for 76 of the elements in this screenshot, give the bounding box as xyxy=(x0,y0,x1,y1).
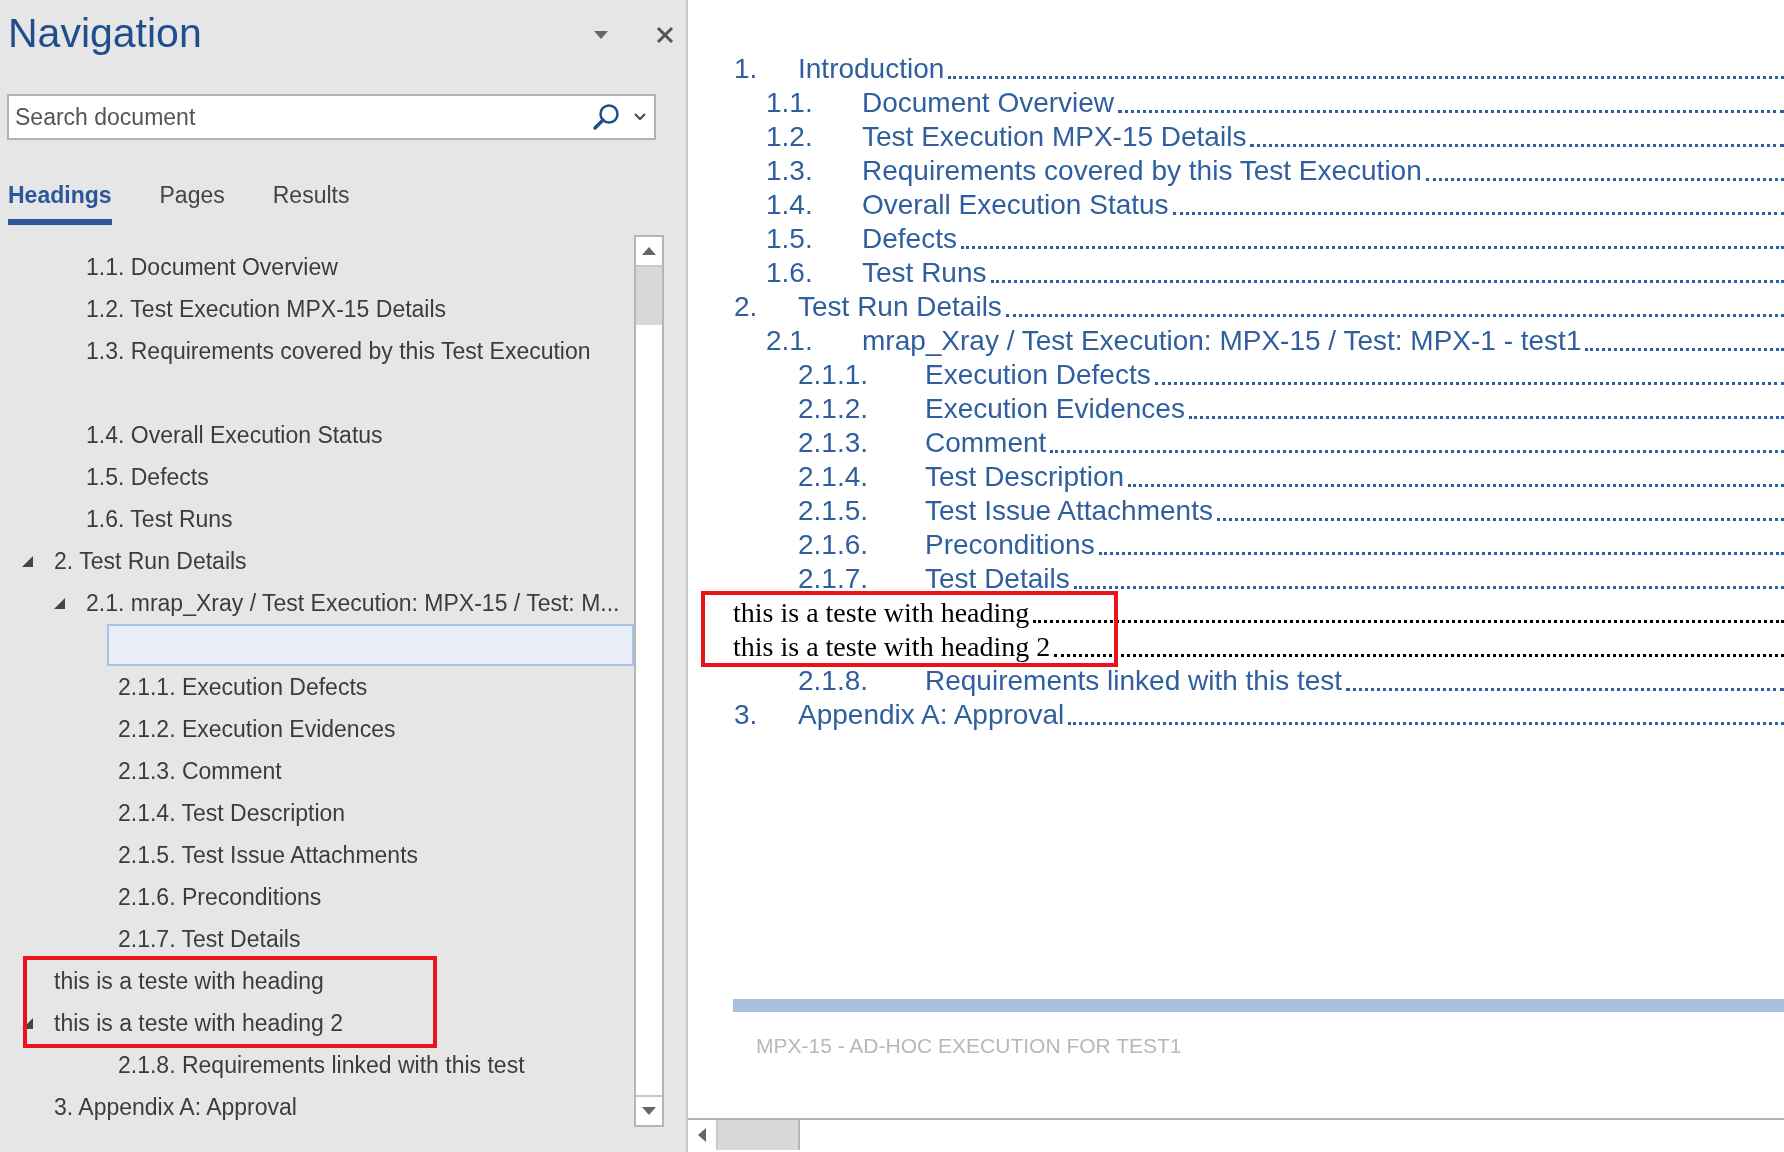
heading-item[interactable]: this is a teste with heading 2 xyxy=(43,1002,634,1044)
toc-entry[interactable]: mrap_Xray / Test Execution: MPX-15 / Test: MPX-1 - test1 xyxy=(862,325,1586,357)
toc-number: 2.1.4. xyxy=(798,461,870,493)
pane-title: Navigation xyxy=(8,9,203,57)
pane-tab[interactable]: Pages xyxy=(159,176,225,225)
toc-number: 2.1.6. xyxy=(798,529,870,561)
toc-number: 2.1.8. xyxy=(798,665,870,697)
vertical-scrollbar[interactable] xyxy=(634,235,664,1127)
heading-item[interactable]: 2.1.2. Execution Evidences xyxy=(107,708,634,750)
heading-item[interactable]: 2.1.8. Requirements linked with this test xyxy=(107,1044,634,1086)
heading-item[interactable]: this is a teste with heading xyxy=(43,960,634,1002)
toc-entry[interactable]: Test Issue Attachments xyxy=(925,495,1217,527)
toc-number: 2.1. xyxy=(766,325,814,357)
scroll-thumb[interactable] xyxy=(636,267,662,325)
caret-down-icon xyxy=(594,31,608,39)
toc-entry[interactable]: Execution Evidences xyxy=(925,393,1189,425)
scroll-thumb[interactable] xyxy=(718,1120,798,1150)
toc-entry[interactable]: Appendix A: Approval xyxy=(798,699,1069,731)
toc-number: 1.4. xyxy=(766,189,814,221)
toc-number: 1.5. xyxy=(766,223,814,255)
expanded-triangle-icon[interactable] xyxy=(22,555,33,567)
heading-item[interactable]: 1.3. Requirements covered by this Test Execution xyxy=(75,330,634,372)
toc-entry[interactable]: this is a teste with heading 2 xyxy=(733,631,1055,663)
toc-entry[interactable]: Comment xyxy=(925,427,1051,459)
toc-number: 3. xyxy=(734,699,759,731)
heading-item[interactable]: 1.4. Overall Execution Status xyxy=(75,414,634,456)
toc-number: 2.1.2. xyxy=(798,393,870,425)
toc-entry[interactable]: Introduction xyxy=(798,53,949,85)
toc-number: 2.1.5. xyxy=(798,495,870,527)
toc-entry[interactable]: Defects xyxy=(862,223,961,255)
toc-entry[interactable]: Test Run Details xyxy=(798,291,1006,323)
expanded-triangle-icon[interactable] xyxy=(54,597,65,609)
down-arrow-icon xyxy=(642,1107,656,1115)
toc-number: 2.1.1. xyxy=(798,359,870,391)
toc-number: 1.3. xyxy=(766,155,814,187)
heading-item[interactable]: 2.1.4. Test Description xyxy=(107,792,634,834)
toc-entry[interactable]: Test Details xyxy=(925,563,1074,595)
pane-tab[interactable]: Results xyxy=(272,176,350,225)
toc-entry[interactable]: this is a teste with heading xyxy=(733,597,1034,629)
heading-item[interactable]: 1.2. Test Execution MPX-15 Details xyxy=(75,288,634,330)
heading-item[interactable]: 2.1.3. Comment xyxy=(107,750,634,792)
toc-entry[interactable]: Requirements covered by this Test Execution xyxy=(862,155,1426,187)
chevron-down-icon[interactable] xyxy=(634,113,646,121)
toc-entry[interactable]: Execution Defects xyxy=(925,359,1155,391)
toc-number: 1. xyxy=(734,53,759,85)
heading-item[interactable]: 2.1.6. Preconditions xyxy=(107,876,634,918)
toc-number: 2.1.3. xyxy=(798,427,870,459)
search-icon[interactable] xyxy=(592,103,620,131)
toc-entry[interactable]: Document Overview xyxy=(862,87,1119,119)
footer-text: MPX-15 - AD-HOC EXECUTION FOR TEST1 xyxy=(756,1034,1183,1059)
heading-item[interactable]: 2.1. mrap_Xray / Test Execution: MPX-15 / Test: M... xyxy=(75,582,634,624)
toc-number: 1.1. xyxy=(766,87,814,119)
toc-entry[interactable]: Test Runs xyxy=(862,257,991,289)
search-input[interactable]: Search document xyxy=(13,102,592,132)
heading-item[interactable]: 1.6. Test Runs xyxy=(75,498,634,540)
left-arrow-icon xyxy=(698,1128,706,1142)
pane-tab[interactable]: Headings xyxy=(8,176,112,225)
toc-entry[interactable]: Overall Execution Status xyxy=(862,189,1173,221)
search-field[interactable]: Search document xyxy=(7,94,656,140)
heading-item[interactable]: 2.1.7. Test Details xyxy=(107,918,634,960)
heading-item[interactable]: 2.1.5. Test Issue Attachments xyxy=(107,834,634,876)
heading-item[interactable]: 2. Test Run Details xyxy=(43,540,634,582)
toc-entry[interactable]: Requirements linked with this test xyxy=(925,665,1347,697)
toc-entry[interactable]: Preconditions xyxy=(925,529,1099,561)
toc-number: 2.1.7. xyxy=(798,563,870,595)
horizontal-scrollbar[interactable] xyxy=(688,1118,1784,1150)
heading-item[interactable]: 2.1.1. Execution Defects xyxy=(107,666,634,708)
up-arrow-icon xyxy=(642,247,656,255)
toc-number: 2. xyxy=(734,291,759,323)
toc-entry[interactable]: Test Execution MPX-15 Details xyxy=(862,121,1251,153)
heading-item[interactable]: 3. Appendix A: Approval xyxy=(43,1086,634,1128)
toc-number: 1.2. xyxy=(766,121,814,153)
heading-item[interactable]: 1.5. Defects xyxy=(75,456,634,498)
toc-entry[interactable]: Test Description xyxy=(925,461,1129,493)
heading-item[interactable]: 1.1. Document Overview xyxy=(75,246,634,288)
toc-number: 1.6. xyxy=(766,257,814,289)
